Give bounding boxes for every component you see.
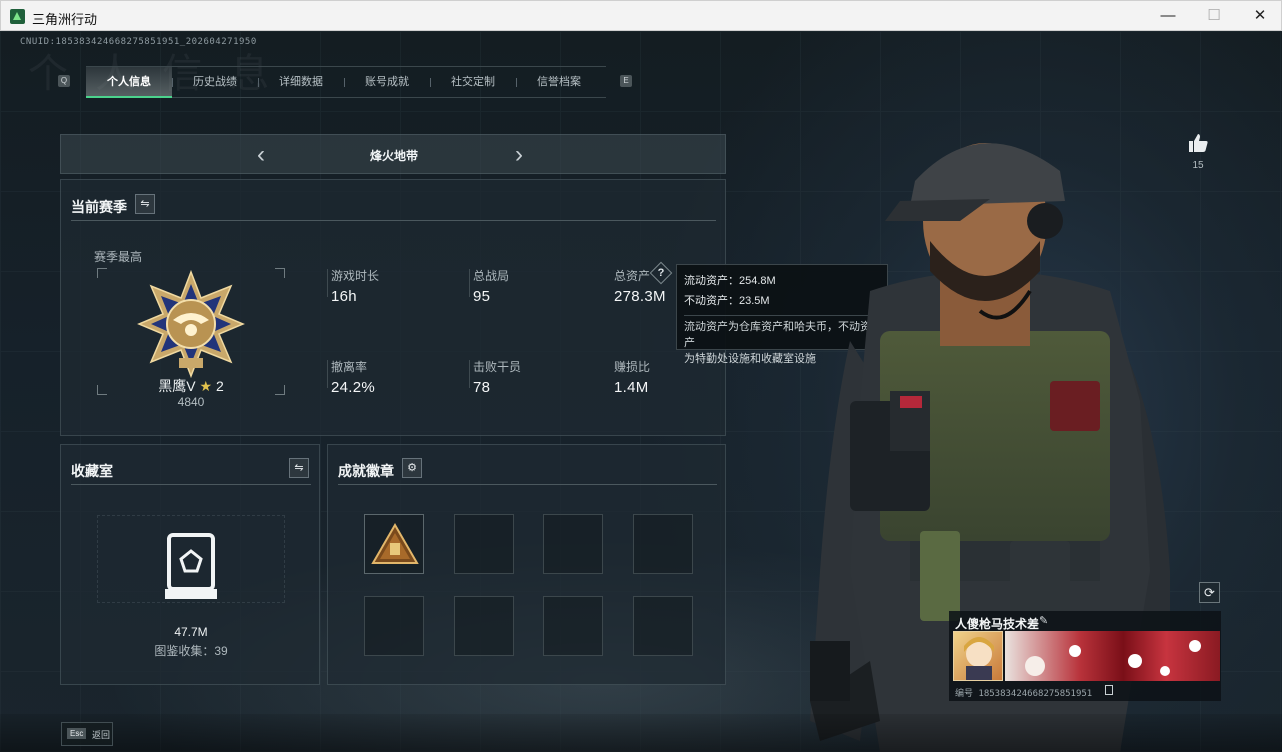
tab-social[interactable]: 社交定制 — [430, 67, 516, 98]
stat-divider — [327, 360, 328, 388]
collection-panel[interactable]: 收藏室 ⇋ 47.7M 图鉴收集：39 — [60, 444, 320, 685]
stat-extract-rate-value: 24.2% — [331, 379, 376, 396]
footer-bar: Esc 返回 — [0, 714, 1282, 752]
rank-points: 4840 — [177, 395, 205, 409]
minimize-button[interactable]: — — [1145, 1, 1191, 31]
next-tab-key[interactable]: E — [620, 75, 632, 87]
stat-playtime-value: 16h — [331, 288, 357, 305]
stat-assets-value: 278.3M — [614, 288, 666, 305]
stat-kills-label: 击败干员 — [473, 360, 522, 374]
stat-matches-label: 总战局 — [473, 269, 510, 283]
window-title: 三角洲行动 — [32, 12, 98, 27]
achievement-slot[interactable] — [543, 514, 603, 574]
achievement-slot[interactable] — [543, 596, 603, 656]
tab-detailed-data[interactable]: 详细数据 — [258, 67, 344, 98]
achievement-slot[interactable] — [364, 596, 424, 656]
stat-playtime-label: 游戏时长 — [331, 269, 380, 283]
player-avatar[interactable] — [953, 631, 1003, 681]
mode-selector: ‹ 烽火地带 › — [60, 134, 726, 174]
banner-flowers-image — [1025, 640, 1201, 676]
stat-assets-label: 总资产 — [614, 269, 651, 283]
rank-badge-icon — [137, 269, 245, 379]
achievement-slot[interactable] — [633, 514, 693, 574]
achievement-title: 成就徽章 — [338, 463, 394, 479]
stat-divider — [327, 269, 328, 297]
rotate-view-button[interactable]: ⟳ — [1199, 582, 1220, 603]
back-button[interactable]: Esc 返回 — [61, 722, 113, 746]
stat-divider — [469, 360, 470, 388]
achievement-slot[interactable] — [454, 596, 514, 656]
achievement-badge-icon — [371, 523, 419, 564]
tab-personal-info[interactable]: 个人信息 — [86, 67, 172, 98]
rank-line: 黑鹰V ★ 2 — [97, 376, 285, 396]
tab-reputation[interactable]: 信誉档案 — [516, 67, 602, 98]
like-count: 15 — [1192, 160, 1204, 171]
frame-corner — [97, 268, 107, 278]
tab-row: 个人信息 历史战绩 详细数据 账号成就 社交定制 信誉档案 — [86, 66, 606, 98]
collection-divider — [71, 484, 311, 485]
achievement-divider — [338, 484, 717, 485]
rank-star-icon: ★ — [199, 378, 213, 394]
collection-switch-button[interactable]: ⇋ — [289, 458, 309, 478]
game-screen: 个 人 信 息 CNUID:185383424668275851951_2026… — [0, 31, 1282, 752]
mode-label: 烽火地带 — [369, 149, 418, 163]
season-panel: 当前赛季 ⇋ 赛季最高 黑鹰V ★ 2 4840 游戏时长 16h 总战局 95 — [60, 179, 726, 436]
app-icon — [10, 9, 25, 24]
avatar-image — [964, 637, 994, 680]
player-nameplate[interactable]: 人傻枪马技术差 ✎ 编号 185383424668275851951 — [949, 611, 1221, 701]
season-divider — [71, 220, 716, 221]
window-titlebar: 三角洲行动 — ☐ ✕ — [0, 0, 1282, 31]
stat-kills-value: 78 — [473, 379, 491, 396]
next-mode-button[interactable]: › — [515, 141, 523, 169]
stat-divider — [469, 269, 470, 297]
rank-star-count: 2 — [215, 378, 224, 394]
collection-count: 图鉴收集：39 — [154, 644, 228, 658]
maximize-button[interactable]: ☐ — [1191, 1, 1237, 31]
achievement-slot[interactable] — [633, 596, 693, 656]
thumbs-up-icon — [1189, 134, 1208, 152]
copy-id-icon[interactable] — [1105, 685, 1113, 695]
frame-corner — [275, 268, 285, 278]
edit-name-icon[interactable]: ✎ — [1039, 614, 1048, 627]
achievement-slot[interactable] — [364, 514, 424, 574]
profile-tabs: Q 个人信息 历史战绩 详细数据 账号成就 社交定制 信誉档案 E — [58, 66, 633, 98]
season-best-label: 赛季最高 — [94, 250, 143, 264]
achievement-settings-button[interactable]: ⚙ — [402, 458, 422, 478]
season-title: 当前赛季 — [71, 199, 127, 215]
assets-help-icon[interactable]: ? — [653, 265, 669, 281]
prev-tab-key[interactable]: Q — [58, 75, 70, 87]
display-case-icon — [165, 533, 217, 599]
rank-name: 黑鹰V — [158, 378, 196, 394]
uid-text: CNUID:185383424668275851951_202604271950 — [20, 37, 257, 47]
player-banner-card[interactable] — [1005, 631, 1220, 681]
player-id: 编号 185383424668275851951 — [955, 689, 1093, 699]
achievement-slot[interactable] — [454, 514, 514, 574]
back-label: 返回 — [92, 730, 111, 740]
close-button[interactable]: ✕ — [1237, 1, 1282, 31]
tab-achievements[interactable]: 账号成就 — [344, 67, 430, 98]
stat-ratio-label: 赚损比 — [614, 360, 651, 374]
tab-history[interactable]: 历史战绩 — [172, 67, 258, 98]
stat-matches-value: 95 — [473, 288, 491, 305]
stat-ratio-value: 1.4M — [614, 379, 649, 396]
like-widget[interactable]: 15 — [1186, 133, 1210, 171]
collection-value: 47.7M — [174, 625, 208, 639]
achievement-panel: 成就徽章 ⚙ — [327, 444, 726, 685]
season-switch-button[interactable]: ⇋ — [135, 194, 155, 214]
collection-title: 收藏室 — [71, 463, 113, 479]
stat-extract-rate-label: 撤离率 — [331, 360, 368, 374]
esc-key: Esc — [67, 728, 87, 739]
player-name: 人傻枪马技术差 — [955, 617, 1040, 631]
